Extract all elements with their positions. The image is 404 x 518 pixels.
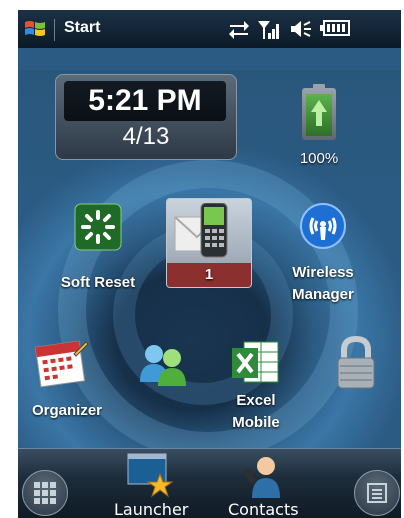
contacts-label[interactable]: Contacts (228, 500, 299, 518)
battery-status-icon[interactable] (320, 19, 350, 37)
bottom-bar (18, 448, 401, 518)
menu-button[interactable] (354, 470, 400, 516)
launcher-icon[interactable] (126, 452, 174, 498)
status-bar: Start (18, 10, 401, 48)
soft-reset-icon[interactable] (74, 203, 122, 251)
charge-arrow-stem (316, 112, 322, 126)
clock-date: 4/13 (122, 123, 170, 150)
battery-percent-label: 100% (299, 150, 339, 167)
title-separator (54, 19, 55, 41)
messages-count: 1 (204, 266, 214, 283)
excel-icon[interactable] (230, 338, 282, 388)
home-screen: Start 5:21 PM 4/13 100% Soft Reset 1 Wir… (18, 10, 401, 518)
charge-arrow-icon (311, 100, 327, 112)
grid-icon (34, 482, 56, 504)
launcher-label[interactable]: Launcher (114, 500, 188, 518)
organizer-label[interactable]: Organizer (18, 400, 116, 422)
windows-logo-icon[interactable] (24, 18, 46, 40)
contacts-icon[interactable] (242, 454, 286, 498)
excel-label-line2[interactable]: Mobile (212, 412, 300, 434)
menu-list-icon (367, 483, 387, 503)
clock-widget[interactable]: 5:21 PM 4/13 (55, 74, 237, 160)
battery-cap (313, 84, 325, 89)
people-icon[interactable] (136, 342, 190, 388)
start-label[interactable]: Start (64, 19, 100, 37)
speaker-icon[interactable] (290, 19, 312, 39)
data-connection-icon[interactable] (228, 19, 250, 39)
wireless-label-line2[interactable]: Manager (276, 284, 370, 306)
messages-badge: 1 (167, 263, 251, 287)
excel-label-line1[interactable]: Excel (212, 390, 300, 412)
padlock-icon[interactable] (334, 336, 378, 390)
start-grid-button[interactable] (22, 470, 68, 516)
calendar-icon[interactable] (34, 340, 90, 390)
wireless-label-line1[interactable]: Wireless (276, 262, 370, 284)
soft-reset-label[interactable]: Soft Reset (44, 272, 152, 294)
messages-tile[interactable]: 1 (166, 198, 252, 288)
battery-charge-icon[interactable] (302, 84, 336, 140)
wireless-icon[interactable] (299, 202, 347, 250)
clock-time: 5:21 PM (64, 81, 226, 121)
signal-strength-icon[interactable] (258, 19, 282, 39)
phone-envelope-icon (174, 203, 228, 258)
